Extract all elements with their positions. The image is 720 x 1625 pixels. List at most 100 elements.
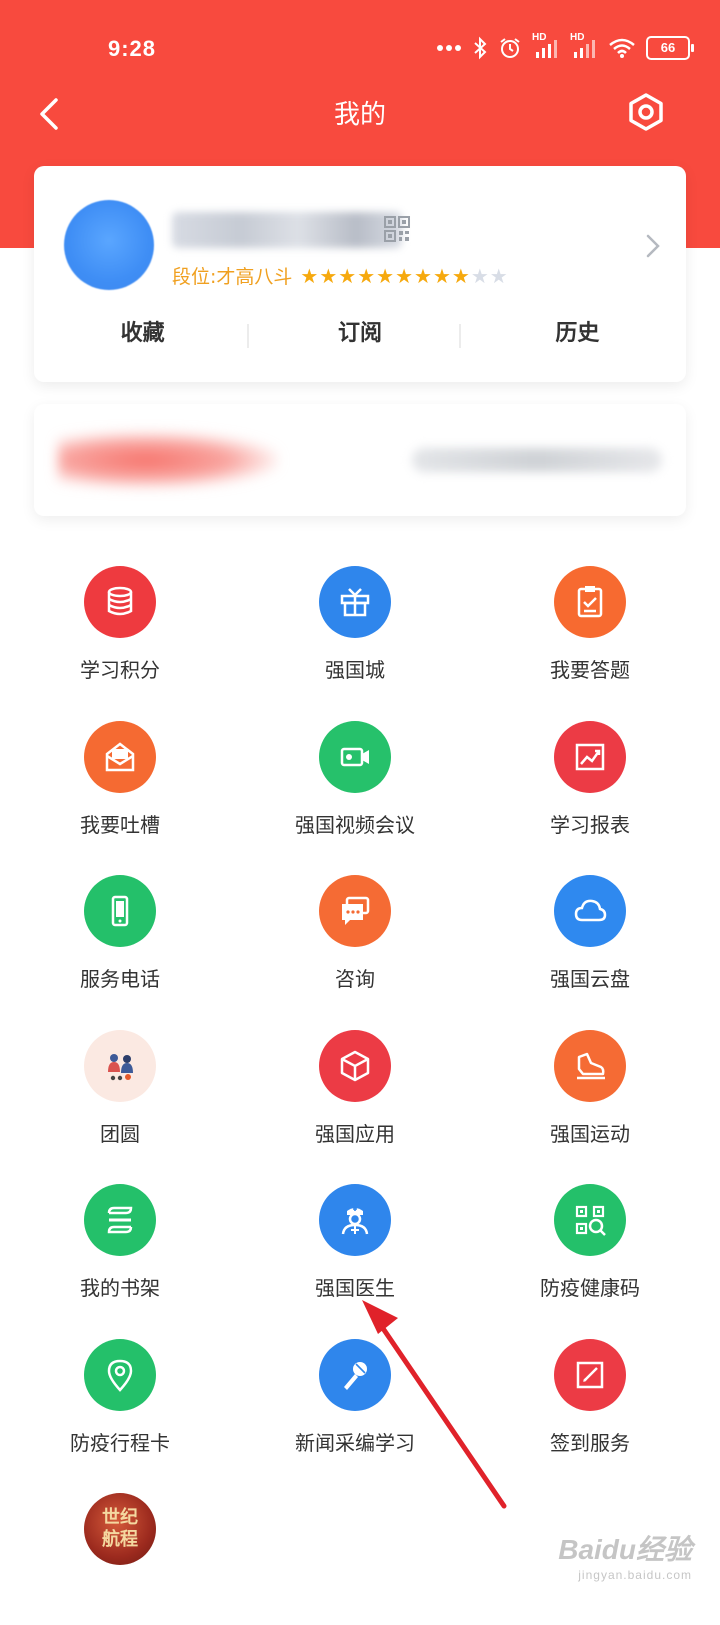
watermark-sub: jingyan.baidu.com <box>578 1568 692 1582</box>
star-filled-icon: ★ <box>432 263 451 288</box>
points-detail-blurred <box>412 448 662 472</box>
tab-subscriptions[interactable]: 订阅 <box>251 316 468 352</box>
battery-icon: 66 <box>646 36 694 60</box>
tab-divider <box>247 324 249 348</box>
century-voyage-badge-icon: 世纪 航程 <box>84 1493 156 1565</box>
tab-divider <box>459 324 461 348</box>
badge-text-bottom: 航程 <box>102 1529 138 1550</box>
signal-1-icon: HD <box>532 32 560 60</box>
avatar[interactable] <box>64 200 154 290</box>
grid-item-label: 我的书架 <box>80 1276 160 1300</box>
grid-item-label: 签到服务 <box>550 1430 630 1455</box>
grid-item-doctor[interactable]: 强国医生 <box>235 1176 475 1316</box>
more-dots-icon <box>437 45 461 51</box>
grid-item-label: 我要吐槽 <box>80 812 160 837</box>
page-title: 我的 <box>333 100 386 130</box>
phone-icon <box>84 875 156 947</box>
grid-item-label: 强国应用 <box>315 1121 395 1146</box>
video-camera-icon <box>319 720 391 793</box>
microphone-icon <box>319 1338 391 1411</box>
star-filled-icon: ★ <box>357 263 376 288</box>
tab-favorites[interactable]: 收藏 <box>34 316 251 352</box>
grid-item-sneaker[interactable]: 强国运动 <box>470 1022 710 1162</box>
qr-code-icon[interactable] <box>384 216 410 242</box>
grid-item-label: 咨询 <box>335 967 375 991</box>
watermark-main: Baidu经验 <box>558 1534 692 1565</box>
database-icon <box>84 566 156 638</box>
mail-open-icon <box>84 720 156 793</box>
grid-item-label: 服务电话 <box>80 967 160 991</box>
star-filled-icon: ★ <box>376 263 395 288</box>
badge-text-top: 世纪 <box>102 1507 138 1528</box>
grid-item-label: 防疫健康码 <box>540 1276 640 1300</box>
points-value-blurred <box>58 432 278 488</box>
clipboard-check-icon <box>554 566 626 638</box>
star-filled-icon: ★ <box>300 263 319 288</box>
chat-bubble-icon <box>319 875 391 947</box>
grid-item-label: 强国医生 <box>315 1276 395 1300</box>
tab-history[interactable]: 历史 <box>469 316 686 352</box>
star-filled-icon: ★ <box>395 263 414 288</box>
doctor-icon <box>319 1184 391 1256</box>
star-empty-icon: ★ <box>489 263 508 288</box>
grid-item-mail-open[interactable]: 我要吐槽 <box>0 713 240 853</box>
grid-item-cloud[interactable]: 强国云盘 <box>470 867 710 1007</box>
grid-item-century-voyage-badge[interactable]: 世纪 航程 <box>0 1485 240 1625</box>
grid-item-label: 我要答题 <box>550 658 630 682</box>
watermark: Baidu经验 jingyan.baidu.com <box>558 1528 692 1582</box>
star-filled-icon: ★ <box>338 263 357 288</box>
grid-item-label: 学习积分 <box>80 658 160 682</box>
grid-item-clipboard-check[interactable]: 我要答题 <box>470 558 710 698</box>
grid-item-database[interactable]: 学习积分 <box>0 558 240 698</box>
chart-trend-icon <box>554 720 626 793</box>
grid-item-sign-in[interactable]: 签到服务 <box>470 1331 710 1471</box>
grid-item-location-pin[interactable]: 防疫行程卡 <box>0 1331 240 1471</box>
grid-item-qr-scan[interactable]: 防疫健康码 <box>470 1176 710 1316</box>
star-filled-icon: ★ <box>319 263 338 288</box>
star-filled-icon: ★ <box>414 263 432 288</box>
cube-icon <box>319 1029 391 1102</box>
grid-item-label: 防疫行程卡 <box>70 1430 170 1455</box>
settings-icon[interactable] <box>624 90 668 134</box>
star-empty-icon: ★ <box>470 263 489 288</box>
grid-item-gift-box[interactable]: 强国城 <box>235 558 475 698</box>
location-pin-icon <box>84 1338 156 1411</box>
grid-item-chat-bubble[interactable]: 咨询 <box>235 867 475 1007</box>
status-icons: HD HD 66 <box>436 32 694 60</box>
bookshelf-icon <box>84 1184 156 1256</box>
reunion-illustration-icon <box>84 1029 156 1102</box>
gift-box-icon <box>319 566 391 638</box>
chevron-right-icon[interactable] <box>644 232 662 260</box>
grid-item-label: 团圆 <box>100 1121 140 1146</box>
grid-item-label: 学习报表 <box>550 812 630 837</box>
rank-row: 段位:才高八斗 ★ ★ ★ ★ ★ ★ ★ ★ ★ ★ ★ <box>172 262 508 289</box>
cloud-icon <box>554 875 626 947</box>
nav-bar: 我的 <box>0 80 720 144</box>
grid-item-chart-trend[interactable]: 学习报表 <box>470 713 710 853</box>
grid-item-phone[interactable]: 服务电话 <box>0 867 240 1007</box>
grid-item-label: 新闻采编学习 <box>295 1430 415 1455</box>
star-filled-icon: ★ <box>451 263 470 288</box>
profile-tabs: 收藏 订阅 历史 <box>34 316 686 352</box>
bluetooth-icon <box>474 36 487 60</box>
sign-in-icon <box>554 1338 626 1411</box>
grid-item-microphone[interactable]: 新闻采编学习 <box>235 1331 475 1471</box>
signal-2-icon: HD <box>570 32 598 60</box>
points-card-blurred[interactable] <box>34 404 686 516</box>
grid-item-bookshelf[interactable]: 我的书架 <box>0 1176 240 1316</box>
grid-item-label: 强国云盘 <box>550 967 630 991</box>
grid-item-label: 强国城 <box>325 658 385 682</box>
wifi-icon <box>609 38 635 58</box>
sneaker-icon <box>554 1029 626 1102</box>
rank-stars: ★ ★ ★ ★ ★ ★ ★ ★ ★ ★ ★ <box>300 266 507 286</box>
qr-scan-icon <box>554 1184 626 1256</box>
grid-item-label: 强国运动 <box>550 1121 630 1146</box>
rank-label: 段位:才高八斗 <box>172 266 293 288</box>
grid-item-video-camera[interactable]: 强国视频会议 <box>235 713 475 853</box>
username-blurred <box>172 212 402 248</box>
grid-item-cube[interactable]: 强国应用 <box>235 1022 475 1162</box>
grid-item-reunion-illustration[interactable]: 团圆 <box>0 1022 240 1162</box>
alarm-icon <box>500 38 520 58</box>
profile-card[interactable]: 段位:才高八斗 ★ ★ ★ ★ ★ ★ ★ ★ ★ ★ ★ 收藏 订阅 历史 <box>34 166 686 382</box>
status-time: 9:28 <box>108 36 157 61</box>
